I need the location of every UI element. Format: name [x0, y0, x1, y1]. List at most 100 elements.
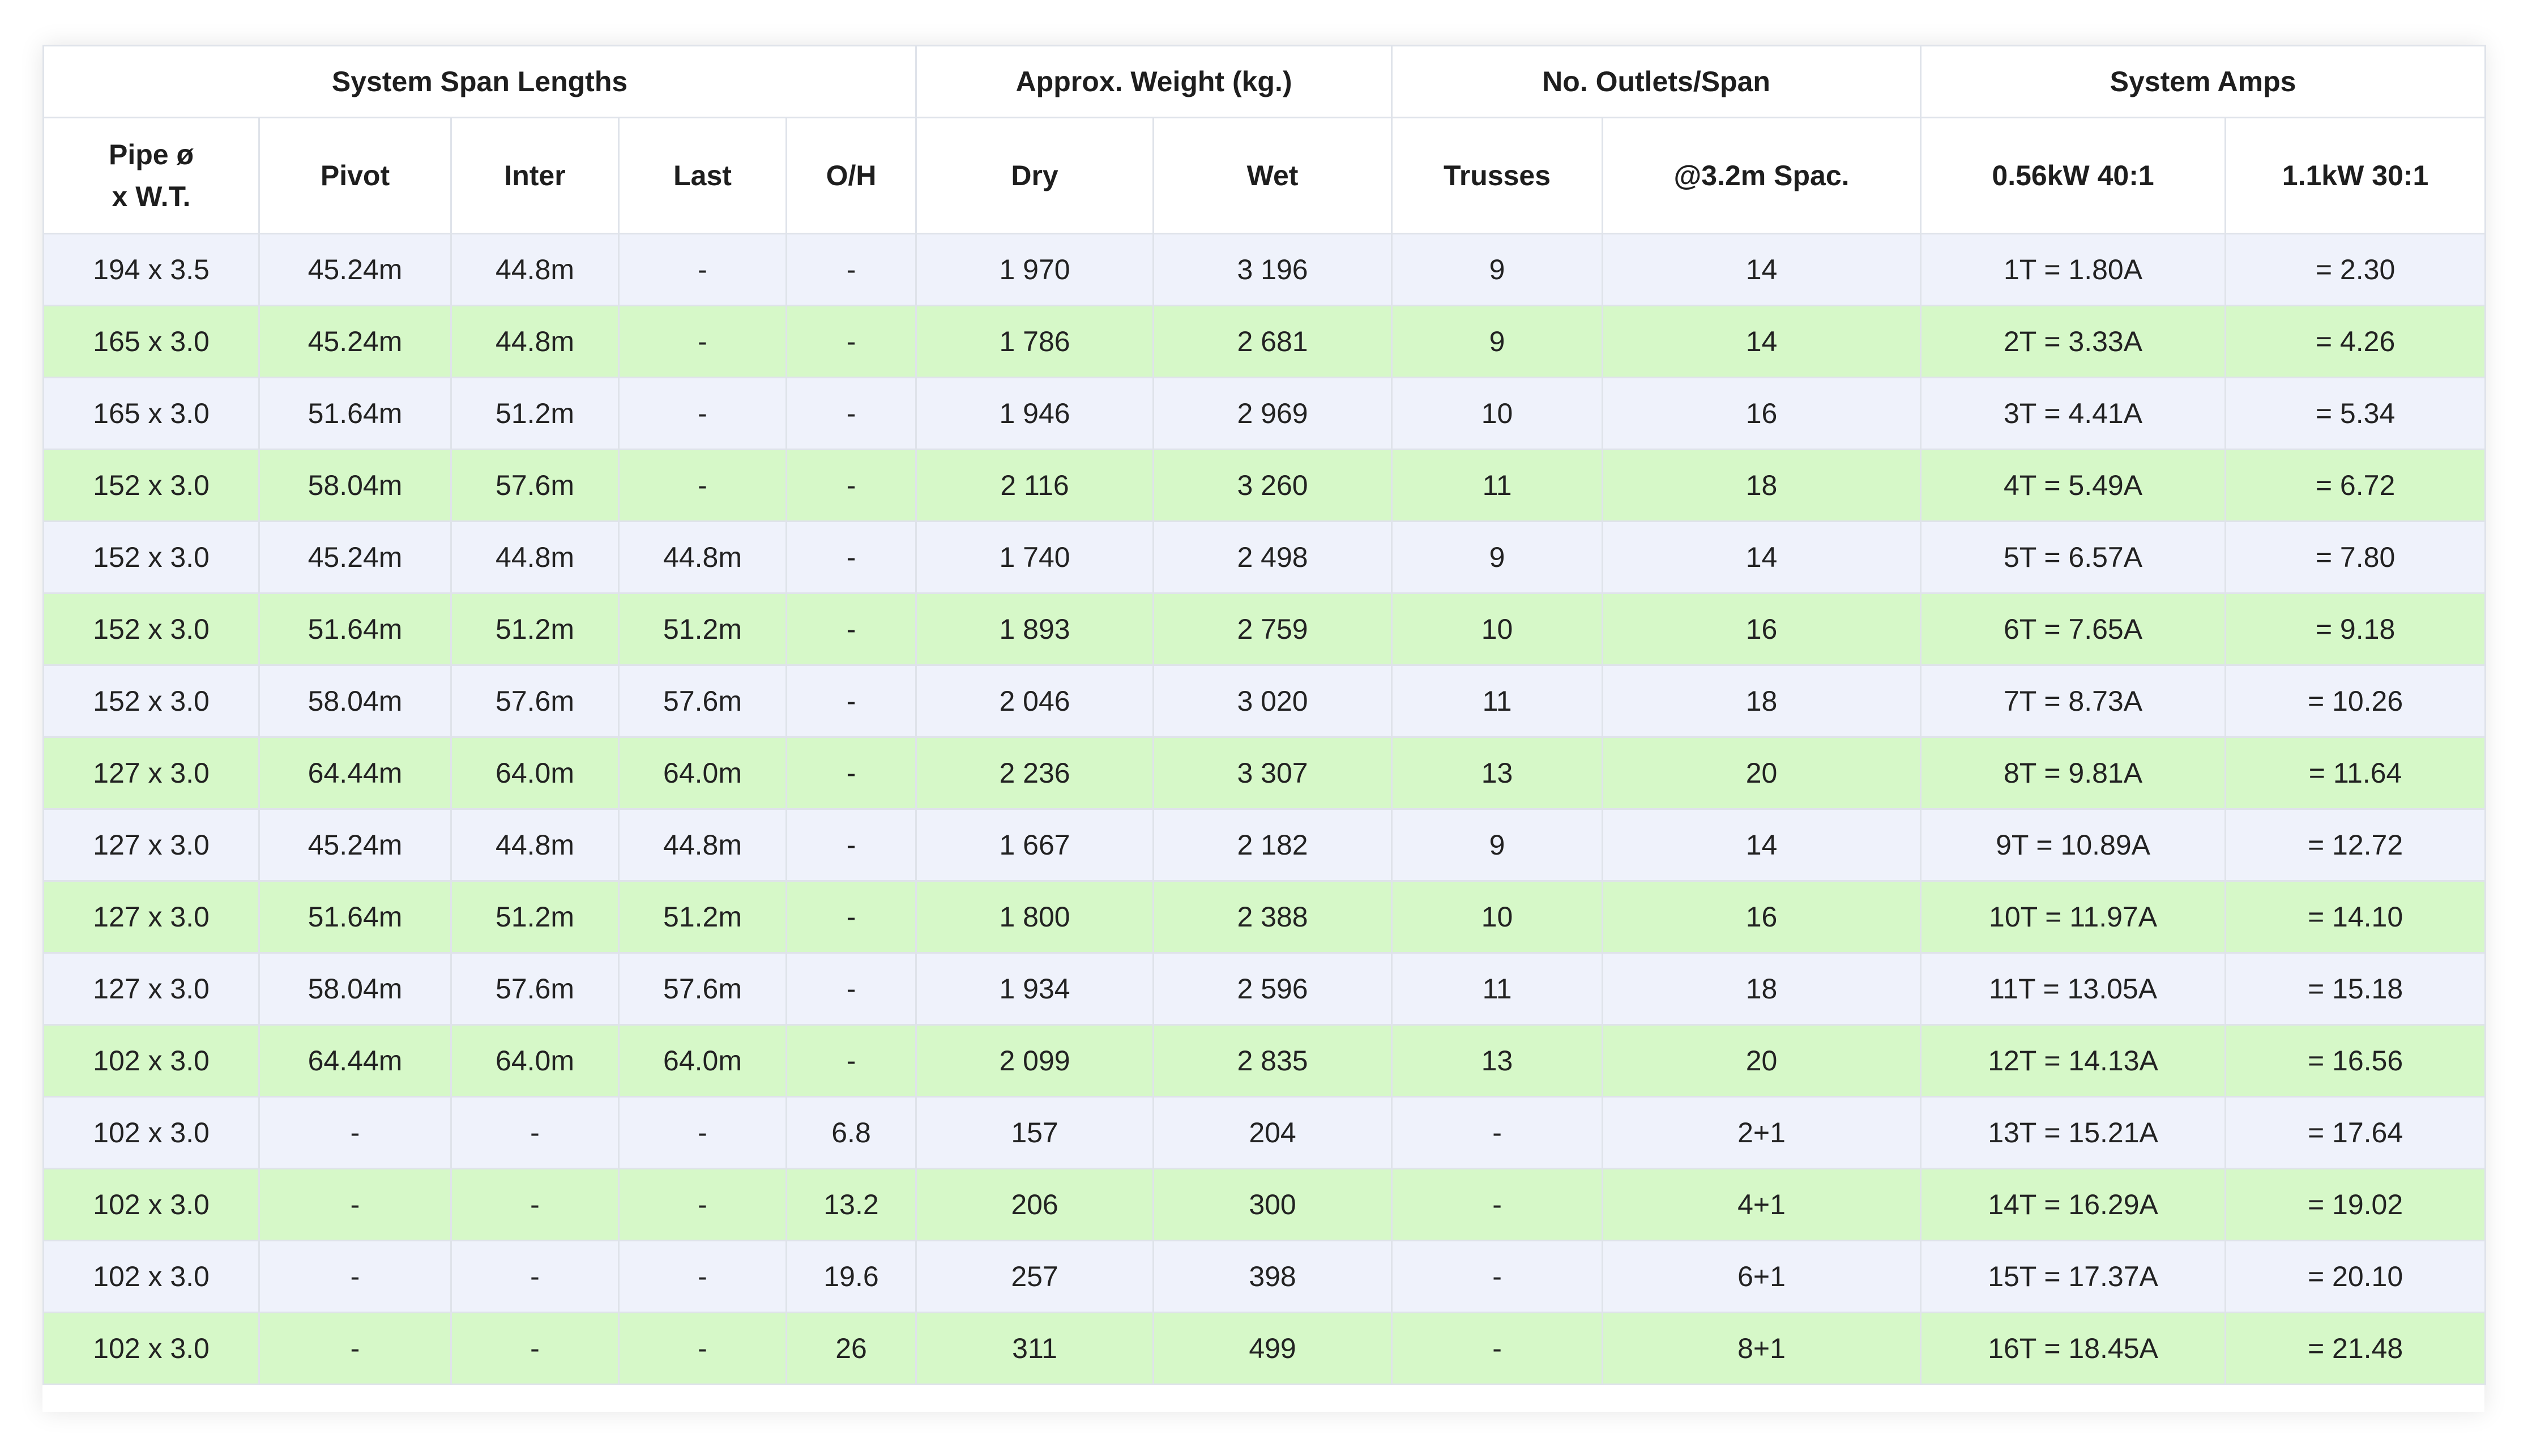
specifications-table: System Span Lengths Approx. Weight (kg.)… — [42, 45, 2487, 1385]
table-row: 127 x 3.0 58.04m 57.6m 57.6m -1 934 2 596 11 18… — [42, 952, 2487, 1026]
group-header-system-span-lengths: System Span Lengths — [42, 45, 917, 118]
table-row: 152 x 3.0 51.64m 51.2m 51.2m -1 893 2 759 10 16… — [42, 592, 2487, 666]
table-row: 152 x 3.0 58.04m 57.6m 57.6m -2 046 3 020 11 18… — [42, 664, 2487, 738]
cell-last: - — [618, 1240, 787, 1313]
cell-inter: 51.2m — [450, 592, 620, 666]
cell-dry-weight: 1 667 — [915, 808, 1155, 882]
cell-inter: 57.6m — [450, 449, 620, 522]
cell-trusses: 13 — [1391, 1024, 1604, 1098]
cell-pivot: 51.64m — [258, 880, 452, 954]
cell-overhang: - — [785, 880, 917, 954]
cell-amps-056kw: 10T = 11.97A — [1920, 880, 2227, 954]
cell-pipe: 102 x 3.0 — [42, 1168, 260, 1241]
cell-pivot: - — [258, 1312, 452, 1385]
cell-pipe: 127 x 3.0 — [42, 736, 260, 810]
cell-inter: 44.8m — [450, 808, 620, 882]
cell-amps-11kw: = 15.18 — [2224, 952, 2487, 1026]
cell-dry-weight: 1 934 — [915, 952, 1155, 1026]
cell-pipe: 152 x 3.0 — [42, 520, 260, 594]
cell-outlets: 18 — [1602, 952, 1922, 1026]
cell-trusses: 11 — [1391, 952, 1604, 1026]
table-row: 165 x 3.0 51.64m 51.2m - -1 946 2 969 10 16 3T =… — [42, 377, 2487, 450]
cell-inter: 44.8m — [450, 233, 620, 306]
column-header-last: Last — [618, 117, 787, 234]
cell-pipe: 102 x 3.0 — [42, 1024, 260, 1098]
cell-outlets: 20 — [1602, 736, 1922, 810]
cell-dry-weight: 257 — [915, 1240, 1155, 1313]
cell-amps-056kw: 9T = 10.89A — [1920, 808, 2227, 882]
cell-pipe: 127 x 3.0 — [42, 880, 260, 954]
cell-last: - — [618, 305, 787, 378]
cell-trusses: 11 — [1391, 664, 1604, 738]
cell-last: 57.6m — [618, 952, 787, 1026]
cell-amps-11kw: = 19.02 — [2224, 1168, 2487, 1241]
cell-amps-11kw: = 12.72 — [2224, 808, 2487, 882]
cell-trusses: 9 — [1391, 520, 1604, 594]
cell-dry-weight: 206 — [915, 1168, 1155, 1241]
cell-dry-weight: 2 116 — [915, 449, 1155, 522]
cell-inter: - — [450, 1168, 620, 1241]
cell-wet-weight: 499 — [1152, 1312, 1393, 1385]
cell-wet-weight: 204 — [1152, 1096, 1393, 1169]
cell-amps-11kw: = 14.10 — [2224, 880, 2487, 954]
cell-dry-weight: 2 046 — [915, 664, 1155, 738]
cell-overhang: - — [785, 520, 917, 594]
cell-wet-weight: 2 835 — [1152, 1024, 1393, 1098]
cell-overhang: - — [785, 377, 917, 450]
cell-trusses: 9 — [1391, 808, 1604, 882]
group-header-system-amps: System Amps — [1920, 45, 2487, 118]
cell-amps-056kw: 6T = 7.65A — [1920, 592, 2227, 666]
cell-outlets: 14 — [1602, 305, 1922, 378]
cell-overhang: 13.2 — [785, 1168, 917, 1241]
cell-last: 51.2m — [618, 880, 787, 954]
cell-wet-weight: 2 759 — [1152, 592, 1393, 666]
cell-wet-weight: 3 196 — [1152, 233, 1393, 306]
cell-dry-weight: 1 893 — [915, 592, 1155, 666]
cell-dry-weight: 311 — [915, 1312, 1155, 1385]
cell-last: 44.8m — [618, 520, 787, 594]
cell-pivot: 64.44m — [258, 1024, 452, 1098]
cell-last: - — [618, 1096, 787, 1169]
cell-amps-11kw: = 16.56 — [2224, 1024, 2487, 1098]
cell-amps-056kw: 3T = 4.41A — [1920, 377, 2227, 450]
cell-outlets: 16 — [1602, 880, 1922, 954]
cell-amps-056kw: 13T = 15.21A — [1920, 1096, 2227, 1169]
column-header-pivot: Pivot — [258, 117, 452, 234]
column-header-wet: Wet — [1152, 117, 1393, 234]
cell-amps-056kw: 14T = 16.29A — [1920, 1168, 2227, 1241]
cell-pivot: 64.44m — [258, 736, 452, 810]
cell-overhang: - — [785, 952, 917, 1026]
cell-amps-056kw: 2T = 3.33A — [1920, 305, 2227, 378]
cell-amps-11kw: = 11.64 — [2224, 736, 2487, 810]
table-body: 194 x 3.5 45.24m 44.8m - -1 970 3 196 9 14 1T = … — [42, 233, 2487, 1385]
cell-inter: 51.2m — [450, 880, 620, 954]
cell-trusses: 9 — [1391, 233, 1604, 306]
table-row: 165 x 3.0 45.24m 44.8m - -1 786 2 681 9 14 2T = … — [42, 305, 2487, 378]
cell-overhang: 6.8 — [785, 1096, 917, 1169]
cell-inter: 57.6m — [450, 952, 620, 1026]
cell-pivot: 51.64m — [258, 592, 452, 666]
cell-last: 57.6m — [618, 664, 787, 738]
column-header-row: Pipe ø x W.T. Pivot Inter Last O/H Dry W… — [42, 117, 2487, 234]
column-header-overhang: O/H — [785, 117, 917, 234]
cell-wet-weight: 2 182 — [1152, 808, 1393, 882]
column-header-amps-11kw: 1.1kW 30:1 — [2224, 117, 2487, 234]
group-header-approx-weight: Approx. Weight (kg.) — [915, 45, 1393, 118]
cell-amps-11kw: = 21.48 — [2224, 1312, 2487, 1385]
cell-outlets: 16 — [1602, 592, 1922, 666]
cell-outlets: 8+1 — [1602, 1312, 1922, 1385]
cell-pipe: 102 x 3.0 — [42, 1312, 260, 1385]
cell-inter: - — [450, 1312, 620, 1385]
column-header-dry: Dry — [915, 117, 1155, 234]
cell-overhang: 19.6 — [785, 1240, 917, 1313]
specifications-table-card: System Span Lengths Approx. Weight (kg.)… — [42, 45, 2487, 1412]
table-row: 127 x 3.0 64.44m 64.0m 64.0m -2 236 3 307 13 20… — [42, 736, 2487, 810]
table-row: 102 x 3.0- - -13.2 206 300-4+1 14T = 16.29A = … — [42, 1168, 2487, 1241]
cell-dry-weight: 1 800 — [915, 880, 1155, 954]
cell-trusses: - — [1391, 1240, 1604, 1313]
cell-last: - — [618, 1312, 787, 1385]
cell-inter: 64.0m — [450, 1024, 620, 1098]
cell-amps-11kw: = 17.64 — [2224, 1096, 2487, 1169]
cell-dry-weight: 1 740 — [915, 520, 1155, 594]
cell-amps-11kw: = 4.26 — [2224, 305, 2487, 378]
